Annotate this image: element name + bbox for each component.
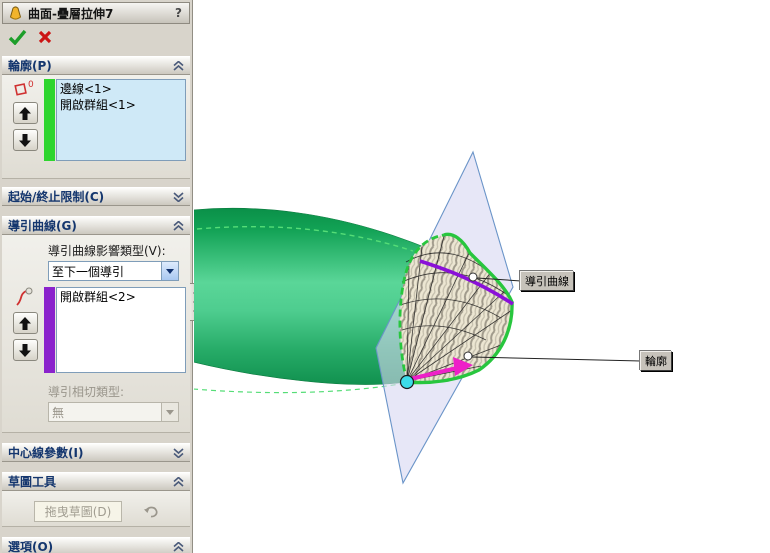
guide-tangency-label: 導引相切類型: [48,385,125,399]
section-header-centerline-parameters[interactable]: 中心線參數(I) [2,443,190,462]
loft-preview-dashed-edge-bottom [192,383,401,394]
guide-curves-section-body: 導引曲線影響類型(V): 至下一個導引 開啟群組<2> 導引相切類型: 無 [2,235,190,433]
dropdown-arrow-button[interactable] [161,262,178,280]
list-item[interactable]: 邊線<1> [60,81,182,97]
dropdown-arrow-button [161,403,178,421]
solidworks-window: { "panel": { "title": "曲面-疊層拉伸7", "help_… [0,0,770,553]
chevron-down-icon [173,447,184,458]
drag-sketch-button: 拖曳草圖(D) [34,501,122,522]
section-header-options[interactable]: 選項(O) [2,537,190,553]
sketch-tools-section-body: 拖曳草圖(D) [2,491,190,527]
loft-feature-icon [9,6,22,20]
chevron-up-icon [173,220,184,231]
panel-title: 曲面-疊層拉伸7 [28,6,114,21]
guide-tangency-dropdown: 無 [48,402,179,422]
section-title: 起始/終止限制(C) [8,190,105,204]
profile-count-badge: 0 [28,80,34,90]
profile-callout-anchor[interactable] [463,351,473,361]
guide-curves-color-bar [44,287,55,373]
guide-callout-anchor[interactable] [468,272,478,282]
property-manager-panel: 曲面-疊層拉伸7 ? 輪廓(P) 0 邊線<1> 開啟群組<1> 起始/終止限制… [0,0,193,553]
list-item[interactable]: 開啟群組<1> [60,97,182,113]
section-header-profiles[interactable]: 輪廓(P) [2,56,190,75]
move-guide-down-button[interactable] [12,339,38,361]
undo-icon [144,506,158,517]
profile-vertex-point[interactable] [399,374,415,390]
down-arrow-icon [19,133,31,147]
section-title: 選項(O) [8,540,54,553]
panel-titlebar: 曲面-疊層拉伸7 ? [2,2,190,24]
move-profile-up-button[interactable] [12,102,38,124]
list-item[interactable]: 開啟群組<2> [60,289,182,305]
section-title: 導引曲線(G) [8,219,77,233]
guide-curve-selection-icon [16,287,33,306]
guide-curve-callout[interactable]: 導引曲線 [520,271,574,291]
dropdown-arrow-icon [166,268,174,274]
influence-type-value: 至下一個導引 [52,264,125,279]
dropdown-arrow-icon [166,409,174,415]
chevron-up-icon [173,60,184,71]
graphics-viewport[interactable] [192,0,770,553]
chevron-down-icon [173,191,184,202]
move-guide-up-button[interactable] [12,312,38,334]
chevron-up-icon [173,541,184,552]
profile-selection-icon: 0 [14,80,34,96]
chevron-up-icon [173,476,184,487]
guide-tangency-value: 無 [52,405,65,420]
profiles-section-body: 0 邊線<1> 開啟群組<1> [2,75,190,179]
profile-callout[interactable]: 輪廓 [640,351,672,371]
section-header-guide-curves[interactable]: 導引曲線(G) [2,216,190,235]
help-button[interactable]: ? [172,6,185,20]
section-header-start-end-constraints[interactable]: 起始/終止限制(C) [2,187,190,206]
up-arrow-icon [19,106,31,120]
cancel-button[interactable] [37,29,53,45]
profiles-color-bar [44,79,55,161]
section-title: 中心線參數(I) [8,446,84,460]
influence-type-dropdown[interactable]: 至下一個導引 [48,261,179,281]
up-arrow-icon [19,316,31,330]
confirm-toolbar [2,24,190,50]
move-profile-down-button[interactable] [12,129,38,151]
guide-curves-listbox[interactable]: 開啟群組<2> [56,287,186,373]
down-arrow-icon [19,343,31,357]
profiles-listbox[interactable]: 邊線<1> 開啟群組<1> [56,79,186,161]
section-title: 草圖工具 [8,475,57,489]
ok-button[interactable] [8,29,27,45]
section-header-sketch-tools[interactable]: 草圖工具 [2,472,190,491]
loft-preview-scene [192,150,642,485]
influence-type-label: 導引曲線影響類型(V): [48,244,166,258]
section-title: 輪廓(P) [8,59,52,73]
